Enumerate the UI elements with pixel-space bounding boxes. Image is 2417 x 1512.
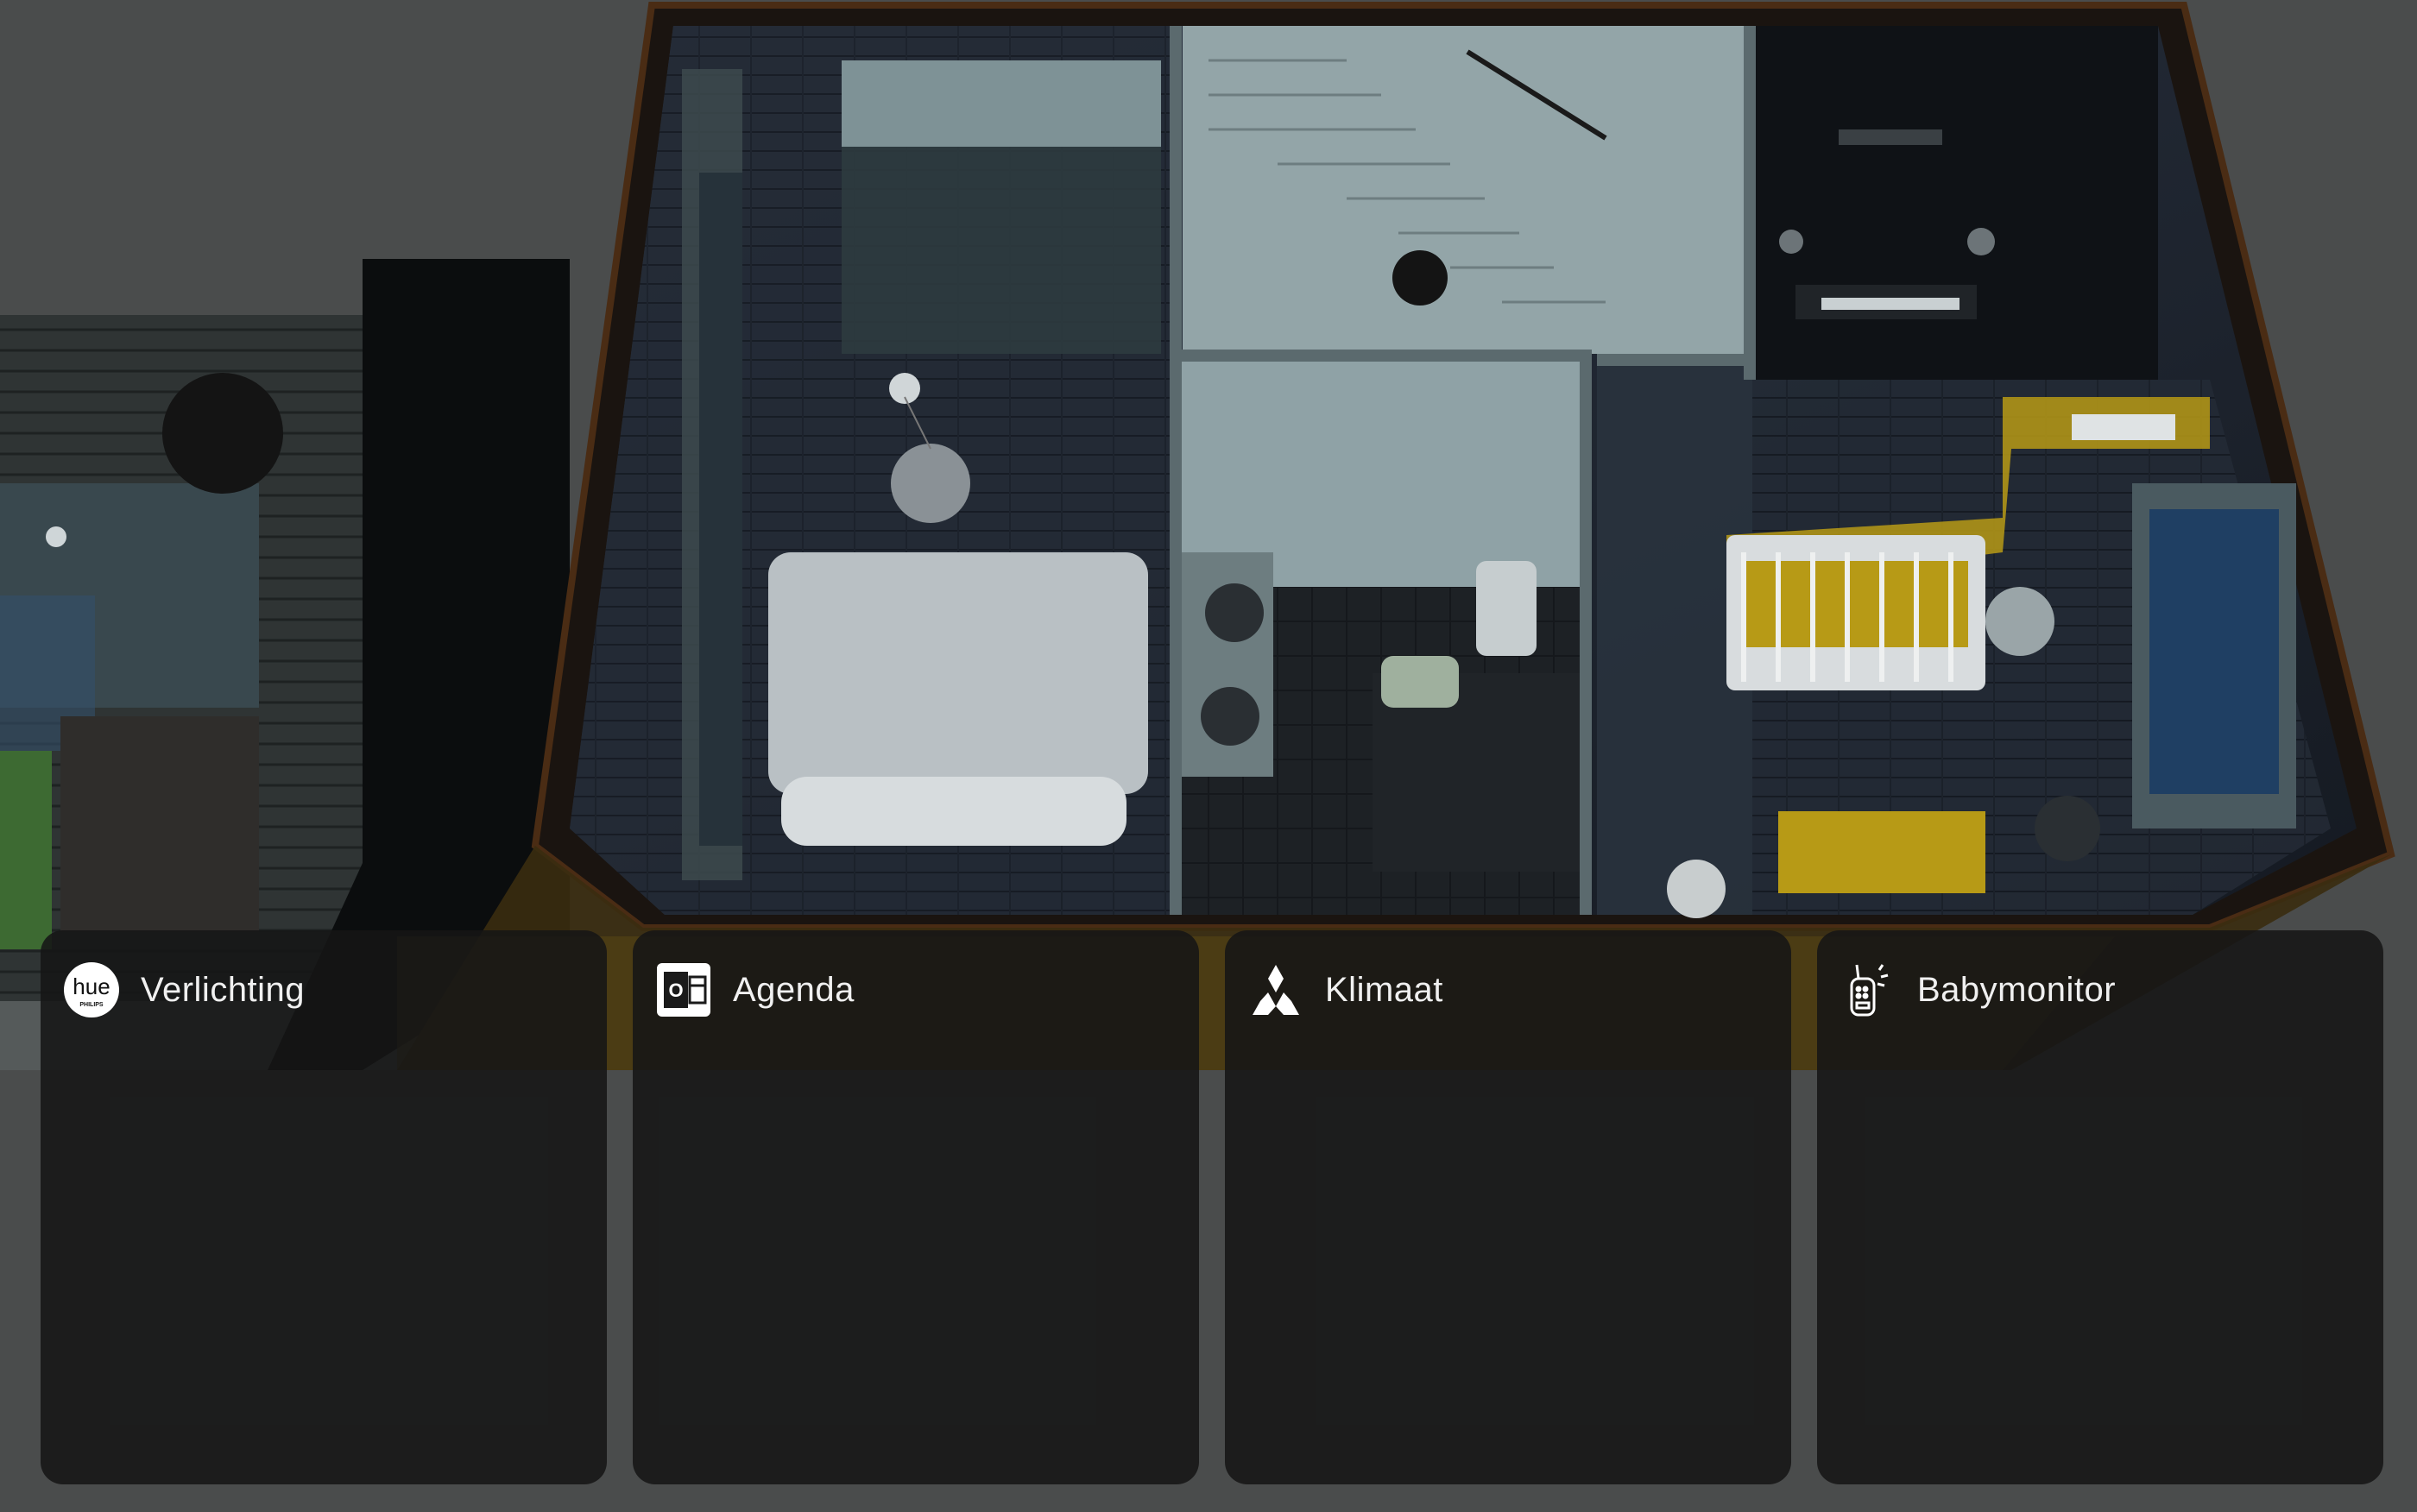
widget-babymonitor-title: Babymonitor	[1917, 970, 2117, 1009]
widget-calendar-header: O Agenda	[655, 956, 855, 1024]
widget-lighting-title: Verlichting	[141, 970, 306, 1009]
svg-text:PHILIPS: PHILIPS	[79, 1002, 104, 1008]
widget-babymonitor[interactable]: Babymonitor	[1817, 930, 2383, 1484]
widget-lighting[interactable]: hue PHILIPS Verlichting	[41, 930, 607, 1484]
baby-monitor-icon	[1840, 961, 1896, 1018]
widget-calendar-title: Agenda	[733, 970, 855, 1009]
widget-climate[interactable]: Klimaat	[1225, 930, 1791, 1484]
svg-text:hue: hue	[73, 973, 110, 999]
svg-text:O: O	[668, 980, 683, 1001]
widget-climate-content	[1225, 1034, 1791, 1484]
widget-lighting-content	[41, 1034, 607, 1484]
hue-logo-icon: hue PHILIPS	[63, 961, 120, 1018]
widget-climate-title: Klimaat	[1325, 970, 1443, 1009]
widget-climate-header: Klimaat	[1247, 956, 1443, 1024]
bedroom	[570, 26, 1170, 915]
studio	[1752, 26, 2158, 380]
mitsubishi-logo-icon	[1247, 961, 1304, 1018]
widget-lighting-header: hue PHILIPS Verlichting	[63, 956, 305, 1024]
bathroom	[1174, 354, 1588, 915]
staircase	[1183, 26, 1744, 354]
widget-calendar-content	[633, 1034, 1199, 1484]
dashboard: hue PHILIPS Verlichting O Agenda Klimaat…	[0, 0, 2417, 1512]
widget-babymonitor-header: Babymonitor	[1840, 956, 2116, 1024]
widget-calendar[interactable]: O Agenda	[633, 930, 1199, 1484]
widget-babymonitor-content	[1817, 1034, 2383, 1484]
outlook-icon: O	[655, 961, 712, 1018]
nursery	[1667, 380, 2331, 918]
